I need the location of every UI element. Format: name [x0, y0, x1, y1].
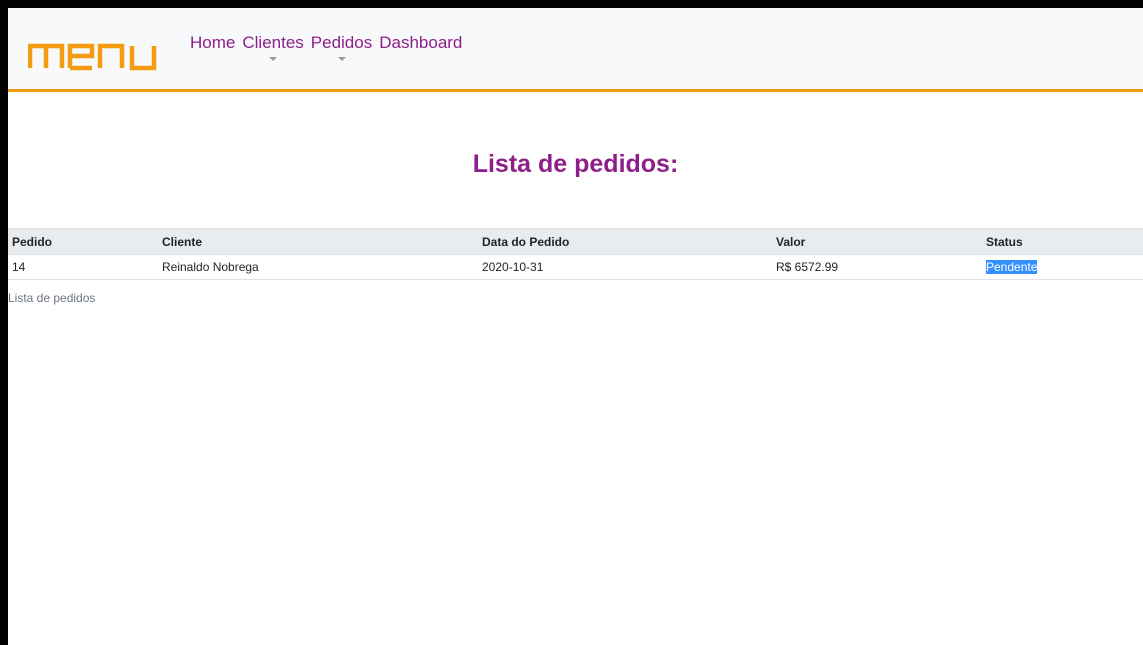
cell-valor: R$ 6572.99	[772, 254, 982, 280]
browser-frame: Home Clientes Pedidos Dashboard Lista de…	[0, 0, 1143, 645]
header-valor: Valor	[772, 228, 982, 255]
cell-status: Pendente	[982, 254, 1143, 280]
nav-dashboard-link[interactable]: Dashboard	[379, 32, 462, 54]
table-row: 14 Reinaldo Nobrega 2020-10-31 R$ 6572.9…	[8, 254, 1143, 280]
cell-pedido: 14	[8, 254, 158, 280]
header-data-do-pedido: Data do Pedido	[478, 228, 772, 255]
navbar: Home Clientes Pedidos Dashboard	[8, 8, 1143, 92]
nav-pedidos-label: Pedidos	[310, 33, 373, 52]
nav-clientes-dropdown[interactable]: Clientes	[242, 32, 304, 61]
table-caption: Lista de pedidos	[8, 291, 96, 305]
cell-cliente: Reinaldo Nobrega	[158, 254, 478, 280]
orders-table-container: Pedido Cliente Data do Pedido Valor Stat…	[8, 228, 1143, 280]
nav-pedidos-dropdown[interactable]: Pedidos	[311, 32, 372, 61]
nav-links: Home Clientes Pedidos Dashboard	[190, 32, 469, 61]
header-pedido: Pedido	[8, 228, 158, 255]
page-title: Lista de pedidos:	[472, 150, 679, 178]
nav-home-link[interactable]: Home	[190, 32, 235, 54]
status-text-selected[interactable]: Pendente	[986, 260, 1038, 274]
nav-home-label: Home	[190, 33, 236, 52]
header-status: Status	[982, 228, 1143, 255]
orders-table: Pedido Cliente Data do Pedido Valor Stat…	[8, 228, 1143, 280]
cell-data: 2020-10-31	[478, 254, 772, 280]
nav-clientes-label: Clientes	[242, 33, 304, 52]
nav-dashboard-label: Dashboard	[379, 33, 463, 52]
header-cliente: Cliente	[158, 228, 478, 255]
caret-down-icon	[337, 57, 346, 61]
caret-down-icon	[269, 57, 278, 61]
table-header-row: Pedido Cliente Data do Pedido Valor Stat…	[8, 228, 1143, 255]
brand-logo[interactable]	[28, 34, 168, 74]
